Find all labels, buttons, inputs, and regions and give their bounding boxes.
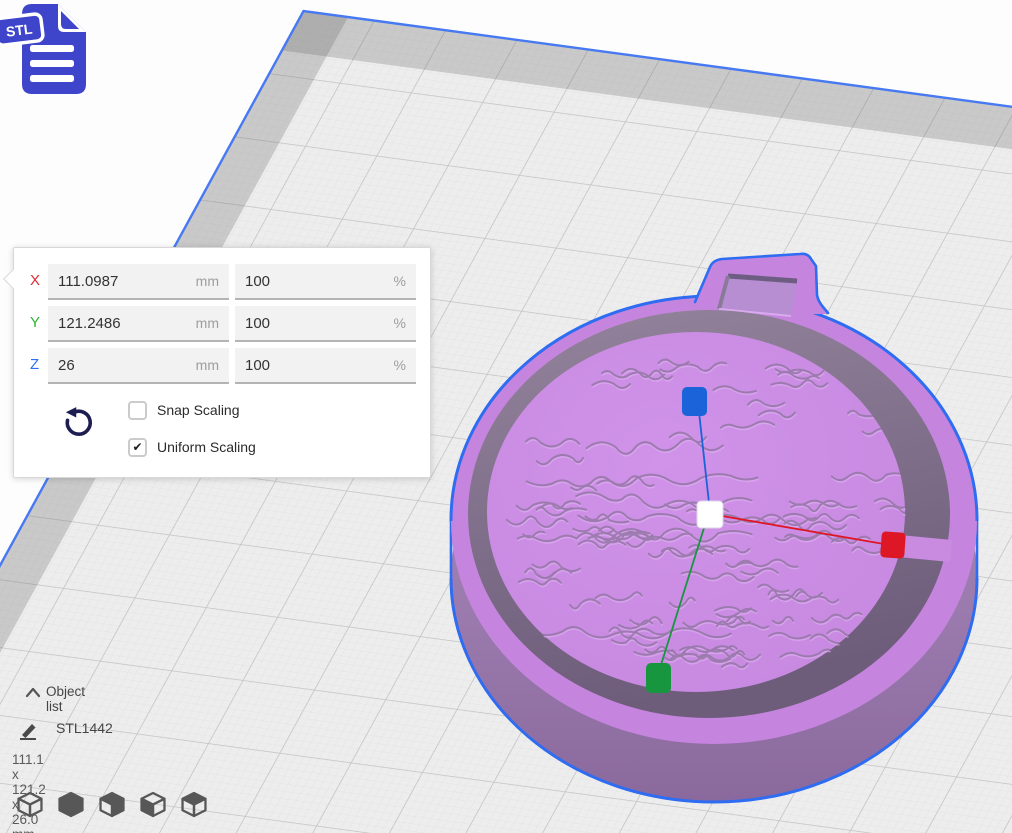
- x-size-input[interactable]: [58, 273, 190, 290]
- z-percent-input[interactable]: [245, 357, 388, 374]
- y-size-input[interactable]: [58, 315, 190, 332]
- reset-arrowhead: [66, 407, 76, 417]
- axis-label-x: X: [30, 272, 40, 289]
- scale-row-y: Y mm %: [14, 306, 430, 342]
- scale-handle-center[interactable]: [697, 501, 723, 528]
- x-percent-field[interactable]: %: [235, 264, 416, 300]
- snap-scaling-label: Snap Scaling: [157, 402, 240, 418]
- scale-handle-x[interactable]: [880, 531, 906, 559]
- z-size-field[interactable]: mm: [48, 348, 229, 384]
- view-toolbar: [15, 789, 209, 820]
- uniform-scaling-checkbox[interactable]: ✔: [128, 438, 147, 457]
- view-front-button[interactable]: [56, 789, 86, 820]
- x-percent-input[interactable]: [245, 273, 388, 290]
- pencil-icon: [18, 721, 40, 740]
- uniform-scaling-row: ✔ Uniform Scaling: [128, 437, 256, 457]
- scale-handle-y[interactable]: [646, 663, 671, 693]
- view-left-button[interactable]: [138, 789, 168, 820]
- view-left-icon: [138, 789, 168, 820]
- snap-scaling-checkbox[interactable]: [128, 401, 147, 420]
- reset-scale-button[interactable]: [60, 405, 98, 443]
- scale-row-z: Z mm %: [14, 348, 430, 384]
- y-percent-field[interactable]: %: [235, 306, 416, 342]
- axis-label-y: Y: [30, 314, 40, 331]
- object-list-item[interactable]: STL1442: [56, 720, 113, 736]
- view-3d-button[interactable]: [15, 789, 45, 820]
- z-percent-field[interactable]: %: [235, 348, 416, 384]
- x-size-unit: mm: [196, 273, 219, 289]
- scale-handle-z[interactable]: [682, 387, 707, 416]
- snap-scaling-row: Snap Scaling: [128, 400, 240, 420]
- x-size-field[interactable]: mm: [48, 264, 229, 300]
- collapse-caret-icon[interactable]: [25, 687, 41, 698]
- stl-file-logo: STL: [0, 0, 100, 104]
- axis-label-z: Z: [30, 356, 39, 373]
- y-size-field[interactable]: mm: [48, 306, 229, 342]
- y-percent-input[interactable]: [245, 315, 388, 332]
- scale-row-x: X mm %: [14, 264, 430, 300]
- y-size-unit: mm: [196, 315, 219, 331]
- view-top-button[interactable]: [97, 789, 127, 820]
- view-right-button[interactable]: [179, 789, 209, 820]
- view-3d-icon: [15, 789, 45, 820]
- x-percent-unit: %: [394, 273, 406, 289]
- z-size-unit: mm: [196, 357, 219, 373]
- scale-tool-panel: X mm % Y mm % Z mm: [13, 247, 431, 478]
- object-list-header[interactable]: Object list: [46, 684, 85, 714]
- z-percent-unit: %: [394, 357, 406, 373]
- view-front-icon: [56, 789, 86, 820]
- uniform-scaling-label: Uniform Scaling: [157, 439, 256, 455]
- z-size-input[interactable]: [58, 357, 190, 374]
- stl-badge-label: STL: [5, 21, 34, 40]
- view-top-icon: [97, 789, 127, 820]
- y-percent-unit: %: [394, 315, 406, 331]
- view-right-icon: [179, 789, 209, 820]
